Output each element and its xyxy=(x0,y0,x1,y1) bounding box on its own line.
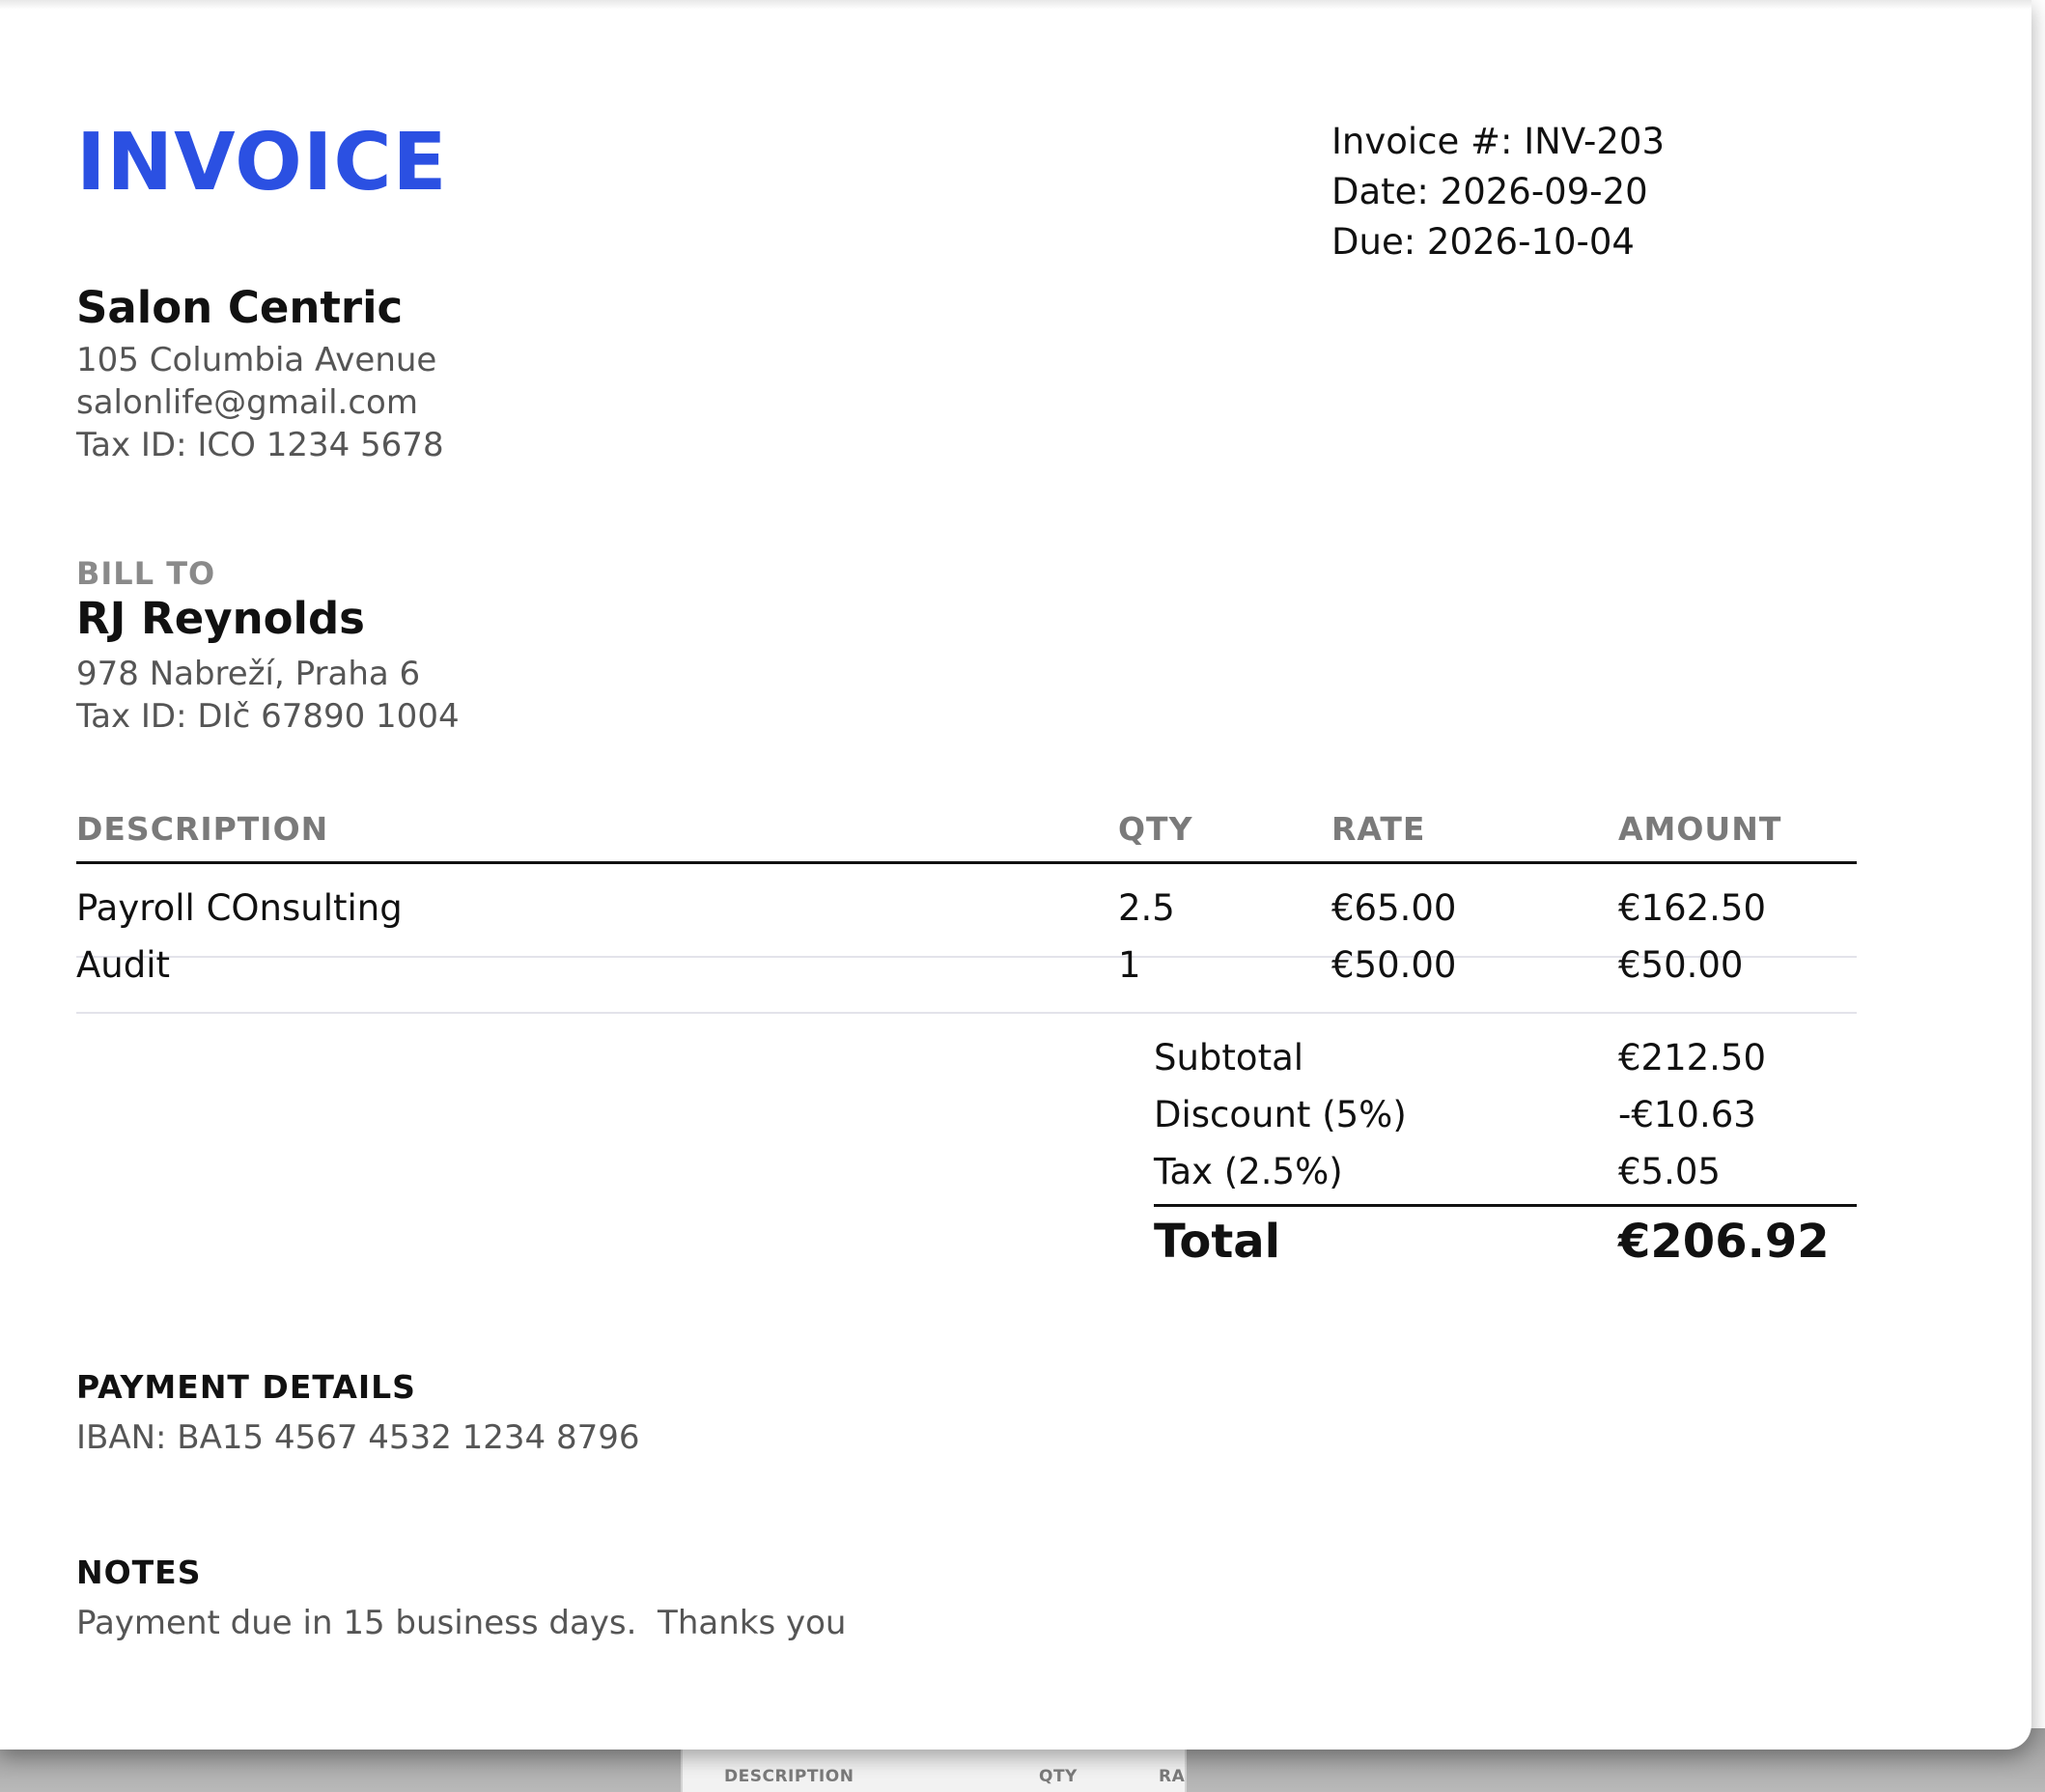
row-qty: 1 xyxy=(1118,944,1141,986)
client-tax-id: Tax ID: DIč 67890 1004 xyxy=(76,697,460,736)
discount-label: Discount (5%) xyxy=(1154,1094,1407,1135)
background-header-description: DESCRIPTION xyxy=(724,1767,854,1786)
total-label: Total xyxy=(1154,1215,1281,1269)
table-header-rule xyxy=(76,861,1857,864)
column-header-description: DESCRIPTION xyxy=(76,810,329,848)
tax-value: €5.05 xyxy=(1618,1151,1721,1192)
invoice-number: Invoice #: INV-203 xyxy=(1331,121,1665,162)
bill-to-heading: BILL TO xyxy=(76,555,216,592)
screen: DESCRIPTION QTY RA INVOICE Invoice #: IN… xyxy=(0,0,2045,1792)
background-header-qty: QTY xyxy=(1039,1767,1078,1786)
row-description: Audit xyxy=(76,944,171,986)
row-rate: €65.00 xyxy=(1331,887,1457,929)
total-value: €206.92 xyxy=(1618,1215,1830,1269)
subtotal-label: Subtotal xyxy=(1154,1037,1304,1078)
row-amount: €162.50 xyxy=(1618,887,1767,929)
row-description: Payroll COnsulting xyxy=(76,887,403,929)
row-qty: 2.5 xyxy=(1118,887,1175,929)
total-rule xyxy=(1154,1204,1857,1207)
sheet-top-edge xyxy=(0,0,2031,10)
invoice-date: Date: 2026-09-20 xyxy=(1331,171,1648,212)
row-rate: €50.00 xyxy=(1331,944,1457,986)
client-address: 978 Nabreží, Praha 6 xyxy=(76,655,421,693)
seller-name: Salon Centric xyxy=(76,282,404,333)
column-header-amount: AMOUNT xyxy=(1618,810,1782,848)
payment-details-heading: PAYMENT DETAILS xyxy=(76,1368,416,1406)
column-header-qty: QTY xyxy=(1118,810,1193,848)
seller-tax-id: Tax ID: ICO 1234 5678 xyxy=(76,426,444,464)
notes-heading: NOTES xyxy=(76,1554,202,1591)
invoice-sheet: INVOICE Invoice #: INV-203 Date: 2026-09… xyxy=(0,0,2031,1750)
row-amount: €50.00 xyxy=(1618,944,1744,986)
discount-value: -€10.63 xyxy=(1618,1094,1756,1135)
tax-label: Tax (2.5%) xyxy=(1154,1151,1343,1192)
client-name: RJ Reynolds xyxy=(76,593,365,644)
seller-address: 105 Columbia Avenue xyxy=(76,341,437,379)
seller-email: salonlife@gmail.com xyxy=(76,383,418,422)
column-header-rate: RATE xyxy=(1331,810,1426,848)
background-header-rate: RA xyxy=(1159,1767,1186,1786)
row-divider xyxy=(76,956,1857,958)
invoice-title: INVOICE xyxy=(76,117,448,209)
row-divider xyxy=(76,1012,1857,1014)
subtotal-value: €212.50 xyxy=(1618,1037,1767,1078)
notes-text: Payment due in 15 business days. Thanks … xyxy=(76,1604,847,1642)
payment-iban: IBAN: BA15 4567 4532 1234 8796 xyxy=(76,1418,640,1457)
invoice-due-date: Due: 2026-10-04 xyxy=(1331,221,1635,263)
